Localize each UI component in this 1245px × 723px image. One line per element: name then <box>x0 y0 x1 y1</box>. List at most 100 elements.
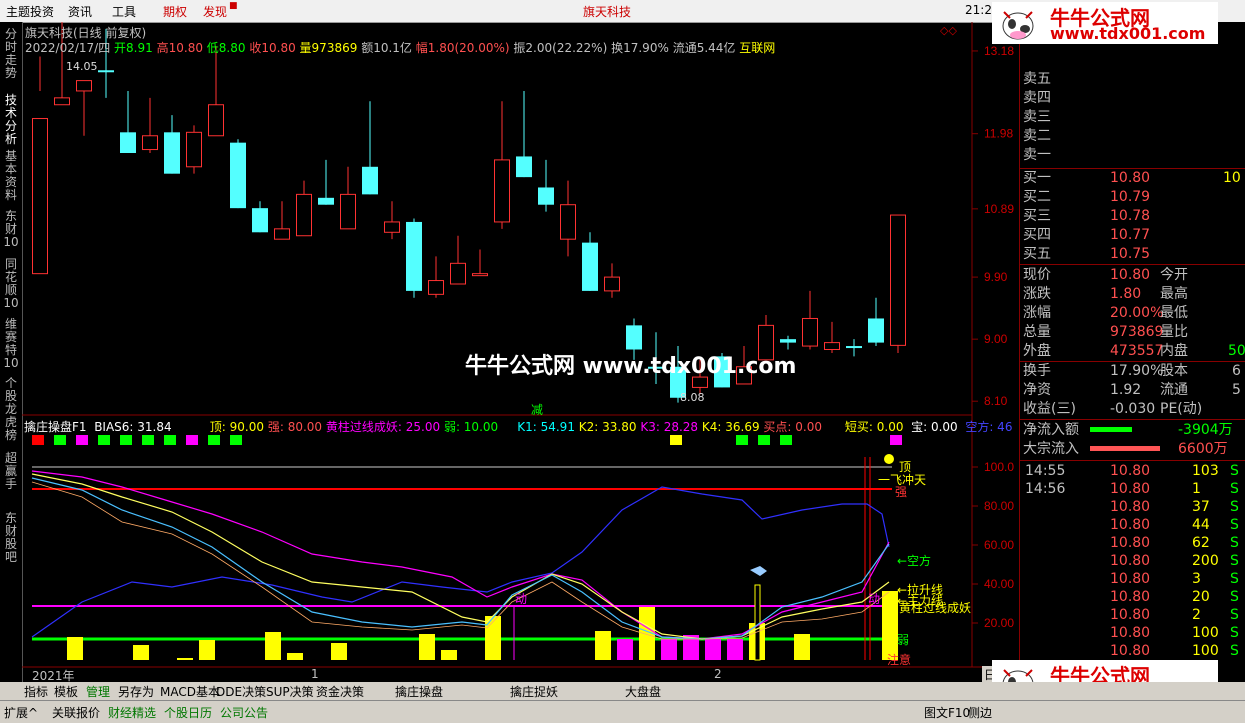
tick-price-6: 10.80 <box>1110 571 1151 587</box>
tick-vol-0: 103 <box>1192 463 1219 479</box>
candle <box>538 159 554 212</box>
quote-label-4: 外盘 <box>1023 343 1051 359</box>
indicator-bar <box>265 632 281 660</box>
bottom-tab-3[interactable]: 另存为 <box>118 683 154 700</box>
indicator-bar <box>133 645 149 660</box>
status-tabs: 扩展^ 关联报价 财经精选 个股日历 公司公告 图文F10 侧边 <box>0 700 1245 723</box>
side-tab-6[interactable]: 个股龙虎榜 <box>2 377 20 442</box>
status-tab-1[interactable]: 关联报价 <box>52 704 100 721</box>
indicator-bar <box>199 640 215 660</box>
divider <box>1020 264 1245 265</box>
bottom-tab-8[interactable]: 擒庄操盘 <box>375 683 463 700</box>
chart-corner-icons[interactable]: ◇◇ <box>940 24 957 37</box>
status-tab-2[interactable]: 财经精选 <box>108 704 156 721</box>
tick-vol-3: 44 <box>1192 517 1210 533</box>
quote2-label2-2: PE(动) <box>1160 401 1203 417</box>
signal-square <box>890 435 902 445</box>
quote2-value-0: 17.90% <box>1110 363 1164 379</box>
signal-square <box>164 435 176 445</box>
bottom-tab-7[interactable]: 资金决策 <box>316 683 364 700</box>
quote2-value2-1: 5 <box>1232 382 1241 398</box>
quote-label-3: 总量 <box>1023 324 1051 340</box>
quote-label2-3: 量比 <box>1160 324 1188 340</box>
signal-square <box>208 435 220 445</box>
bottom-tab-6[interactable]: SUP决策 <box>266 683 314 700</box>
price-tick: 11.98 <box>984 127 1013 141</box>
f10-button[interactable]: 图文F10 <box>924 704 970 721</box>
candle <box>142 97 158 153</box>
bottom-tab-9[interactable]: 擒庄捉妖 <box>490 683 578 700</box>
tick-side-9: S <box>1230 625 1239 641</box>
xaxis-m1: 1 <box>311 667 319 681</box>
candle <box>384 201 400 240</box>
candle <box>890 214 906 353</box>
tick-side-4: S <box>1230 535 1239 551</box>
candle <box>164 115 180 174</box>
tick-price-10: 10.80 <box>1110 643 1151 659</box>
indicator-tick: 20.00 <box>984 616 1014 630</box>
bottom-tab-10[interactable]: 大盘盘 <box>605 683 681 700</box>
signal-square <box>186 435 198 445</box>
menu-options[interactable]: 期权 <box>163 3 187 20</box>
candle <box>32 56 48 275</box>
flow-label-1: 大宗流入 <box>1023 441 1079 457</box>
tick-price-9: 10.80 <box>1110 625 1151 641</box>
indicator-panel: 100.0 80.00 60.00 40.00 20.00 <box>31 435 1014 661</box>
status-tab-0[interactable]: 扩展^ <box>4 704 38 721</box>
side-tab-5[interactable]: 维赛特10 <box>2 318 20 370</box>
candle <box>802 290 818 350</box>
indicator-bar <box>331 643 347 660</box>
tick-side-7: S <box>1230 589 1239 605</box>
reduce-mark: 减 <box>531 403 544 417</box>
side-tab-2[interactable]: 基本资料 <box>2 150 20 202</box>
indicator-tick: 40.00 <box>984 577 1014 591</box>
menu-news[interactable]: 资讯 <box>68 3 92 20</box>
divider <box>1020 460 1245 461</box>
status-tab-4[interactable]: 公司公告 <box>220 704 268 721</box>
buy-price-1: 10.80 <box>1110 170 1151 186</box>
side-tab-4[interactable]: 同花顺10 <box>2 258 20 310</box>
tick-price-4: 10.80 <box>1110 535 1151 551</box>
tick-side-1: S <box>1230 481 1239 497</box>
tick-vol-1: 1 <box>1192 481 1201 497</box>
sell-level-4: 卖四 <box>1023 90 1051 106</box>
indicator-bar <box>177 658 193 660</box>
sell-level-1: 卖一 <box>1023 147 1051 163</box>
side-tab-0[interactable]: 分时走势 <box>2 28 20 80</box>
side-tab-8[interactable]: 东财股吧 <box>2 512 20 564</box>
indicator-bar <box>67 637 83 660</box>
menu-theme[interactable]: 主题投资 <box>6 3 54 20</box>
side-button[interactable]: 侧边 <box>968 704 992 721</box>
indicator-bar <box>882 591 898 660</box>
side-tab-1[interactable]: 技术分析 <box>2 94 20 146</box>
menu-tools[interactable]: 工具 <box>112 3 136 20</box>
bottom-tab-0[interactable]: 指标 <box>24 683 48 700</box>
side-tab-3[interactable]: 东财10 <box>2 210 20 249</box>
quote2-value-2: -0.030 <box>1110 401 1156 417</box>
quote-value-3: 973869 <box>1110 324 1164 340</box>
side-tab-7[interactable]: 超赢手 <box>2 452 20 491</box>
indicator-bar <box>419 634 435 660</box>
menu-discover[interactable]: 发现 <box>203 3 227 20</box>
anno-qiang: 强 <box>895 485 908 499</box>
candle <box>318 159 334 205</box>
anno-dong2: 动 <box>868 592 881 606</box>
tick-vol-5: 200 <box>1192 553 1219 569</box>
quote2-value2-0: 6 <box>1232 363 1241 379</box>
indicator-header: 擒庄操盘F1 BIAS6: 31.84 顶: 90.00 强: 80.00 黄柱… <box>24 420 1013 434</box>
bottom-tab-4[interactable]: MACD基本 <box>160 683 220 700</box>
tick-vol-6: 3 <box>1192 571 1201 587</box>
status-tab-3[interactable]: 个股日历 <box>164 704 212 721</box>
quote-value-2: 20.00% <box>1110 305 1164 321</box>
candle <box>208 46 224 137</box>
bottom-tab-5[interactable]: DDE决策 <box>216 683 266 700</box>
new-dot-icon: ■ <box>229 1 238 11</box>
tick-side-5: S <box>1230 553 1239 569</box>
signal-square <box>76 435 88 445</box>
candle <box>428 256 444 298</box>
bottom-tab-2[interactable]: 管理 <box>86 683 110 700</box>
signal-square <box>780 435 792 445</box>
bottom-tab-1[interactable]: 模板 <box>54 683 78 700</box>
buy-price-4: 10.77 <box>1110 227 1151 243</box>
candle <box>186 125 202 174</box>
